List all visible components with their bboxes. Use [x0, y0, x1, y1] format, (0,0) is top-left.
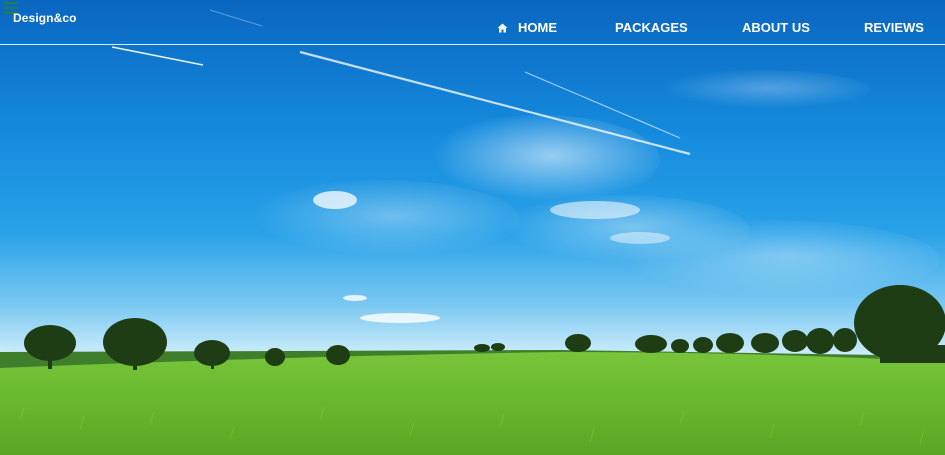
nav-home-link[interactable]: HOME: [497, 20, 557, 35]
home-icon: [497, 23, 508, 32]
nav-reviews-label: REVIEWS: [864, 20, 924, 35]
nav-about-link[interactable]: ABOUT US: [742, 20, 810, 35]
hero-background: [0, 0, 945, 455]
nav-home-label: HOME: [518, 20, 557, 35]
nav-packages-label: PACKAGES: [615, 20, 688, 35]
top-navbar: Design&co HOME PACKAGES ABOUT US REVIEWS: [0, 0, 945, 45]
nav-about-label: ABOUT US: [742, 20, 810, 35]
landscape-image: [0, 0, 945, 455]
nav-links: HOME PACKAGES ABOUT US REVIEWS: [0, 20, 945, 38]
nav-reviews-link[interactable]: REVIEWS: [864, 20, 924, 35]
nav-packages-link[interactable]: PACKAGES: [615, 20, 688, 35]
